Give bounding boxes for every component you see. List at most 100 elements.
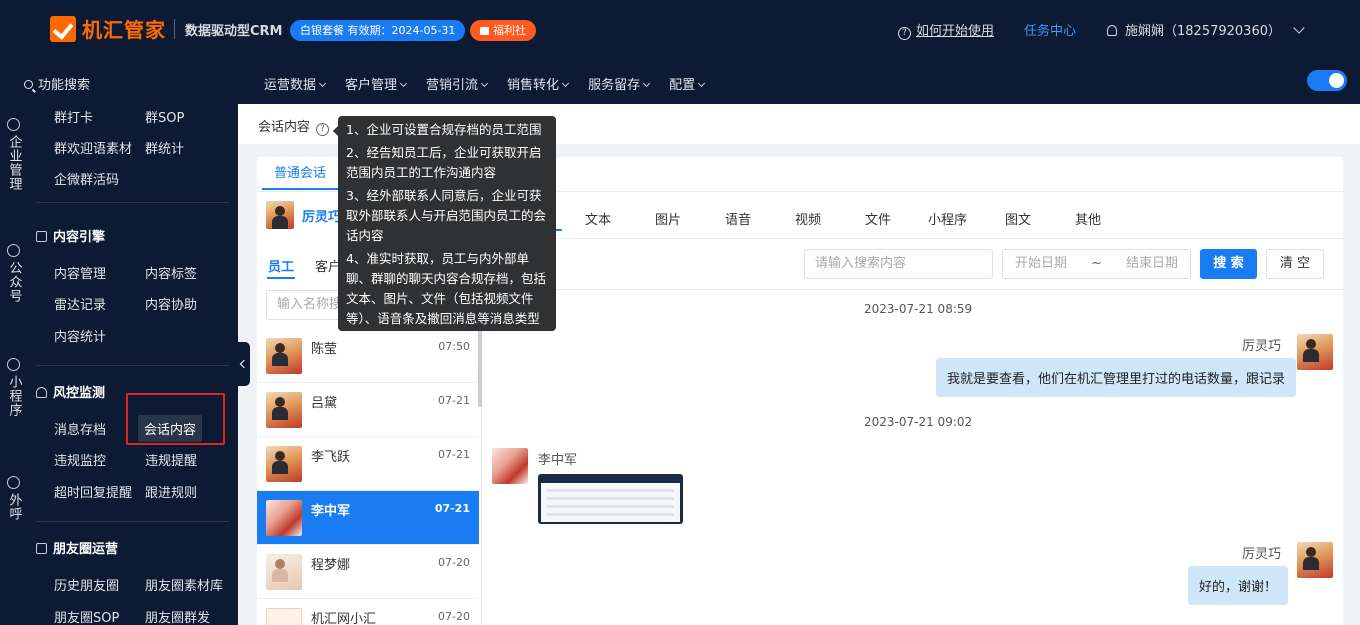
sidebar-item-moments-broadcast[interactable]: 朋友圈群发 — [145, 607, 210, 625]
help-tooltip: 1、企业可设置合规存档的员工范围 2、经告知员工后，企业可获取开启范围内员工的工… — [333, 116, 556, 331]
contact-time: 07-20 — [438, 610, 470, 623]
nav-item-config[interactable]: 配置 — [669, 74, 706, 93]
type-tab-file[interactable]: 文件 — [865, 209, 891, 228]
employee-name: 厉灵巧 — [302, 209, 342, 225]
nav-menu: 运营数据 客户管理 营销引流 销售转化 服务留存 配置 — [264, 74, 724, 93]
date-end: 结束日期 — [1125, 256, 1178, 271]
sidebar-item-content-stats[interactable]: 内容统计 — [54, 326, 106, 345]
nav-item-customer[interactable]: 客户管理 — [345, 74, 408, 93]
rail-item-outbound-call[interactable]: 外呼 — [0, 476, 27, 525]
contact-time: 07-21 — [434, 502, 470, 515]
brand-logo[interactable]: 机汇管家 — [50, 14, 166, 43]
rail-label: 企业管理 — [6, 135, 22, 191]
sidebar-item-group-sop[interactable]: 群SOP — [145, 107, 184, 126]
contact-row[interactable]: 程梦娜 07-20 — [257, 545, 479, 599]
chevron-down-icon — [698, 79, 706, 88]
type-tab-text[interactable]: 文本 — [585, 209, 611, 228]
type-tab-article[interactable]: 图文 — [1005, 209, 1031, 228]
building-icon — [7, 118, 20, 131]
task-center-link[interactable]: 任务中心 — [1024, 20, 1076, 39]
clear-button[interactable]: 清 空 — [1266, 249, 1324, 279]
nav-item-ops-data[interactable]: 运营数据 — [264, 74, 327, 93]
contact-row[interactable]: 陈莹 07:50 — [257, 329, 479, 383]
sidebar-item-moments-history[interactable]: 历史朋友圈 — [54, 575, 119, 594]
section-risk-monitor: 风控监测 — [36, 382, 105, 401]
sidebar-item-content-assist[interactable]: 内容协助 — [145, 294, 197, 313]
user-menu[interactable]: 施娴娴（18257920360） — [1107, 20, 1305, 39]
highlight-annotation — [126, 393, 225, 445]
help-link[interactable]: ? 如何开始使用 — [898, 20, 994, 40]
contact-row[interactable]: 李飞跃 07-21 — [257, 437, 479, 491]
contact-row-selected[interactable]: 李中军 07-21 — [257, 491, 479, 545]
grid-icon — [36, 543, 47, 554]
sidebar-item-message-archive[interactable]: 消息存档 — [54, 419, 106, 438]
welfare-badge[interactable]: 福利社 — [470, 20, 536, 41]
nav-item-marketing[interactable]: 营销引流 — [426, 74, 489, 93]
section-moments: 朋友圈运营 — [36, 538, 118, 557]
search-button[interactable]: 搜 索 — [1200, 249, 1257, 279]
logo-text: 机汇管家 — [82, 18, 166, 42]
rail-item-official-account[interactable]: 公众号 — [0, 244, 27, 307]
contact-row[interactable]: 机汇网小汇 07-20 — [257, 599, 479, 625]
nav-item-sales[interactable]: 销售转化 — [507, 74, 570, 93]
contact-name: 吕黛 — [311, 396, 338, 411]
message-bubble: 好的，谢谢！ — [1188, 566, 1289, 605]
image-message[interactable] — [538, 474, 683, 524]
theme-toggle[interactable] — [1307, 70, 1347, 91]
message-sender: 厉灵巧 — [1242, 547, 1282, 562]
avatar — [266, 392, 302, 428]
sidebar-item-radar-log[interactable]: 雷达记录 — [54, 294, 106, 313]
contact-time: 07-21 — [438, 448, 470, 461]
contact-name: 机汇网小汇 — [311, 612, 377, 625]
type-tab-other[interactable]: 其他 — [1075, 209, 1101, 228]
page-title-text: 会话内容 — [258, 120, 311, 135]
message-search-input[interactable]: 请输入搜索内容 — [804, 249, 993, 279]
nav-item-retention[interactable]: 服务留存 — [588, 74, 651, 93]
microphone-icon — [36, 387, 47, 398]
package-badge[interactable]: 白银套餐 有效期：2024-05-31 — [290, 20, 466, 41]
contact-name: 李中军 — [311, 504, 351, 519]
user-icon — [1107, 25, 1117, 36]
sidebar-collapse-toggle[interactable] — [238, 342, 250, 386]
sidebar-item-group-welcome[interactable]: 群欢迎语素材 — [54, 138, 132, 157]
contact-time: 07-21 — [438, 394, 470, 407]
function-search[interactable]: 功能搜索 — [24, 74, 90, 93]
date-range-picker[interactable]: 开始日期 ~ 结束日期 — [1002, 249, 1191, 279]
tab-employee[interactable]: 员工 — [268, 256, 294, 275]
sidebar-item-group-stats[interactable]: 群统计 — [145, 138, 184, 157]
sidebar-item-violation-alert[interactable]: 违规提醒 — [145, 450, 197, 469]
sidebar-item-violation-monitor[interactable]: 违规监控 — [54, 450, 106, 469]
help-question-icon[interactable]: ? — [316, 123, 330, 136]
message-sender: 李中军 — [538, 453, 578, 468]
sidebar-item-group-checkin[interactable]: 群打卡 — [54, 107, 93, 126]
sidebar-item-content-tags[interactable]: 内容标签 — [145, 263, 197, 282]
sidebar-item-group-qrcode[interactable]: 企微群活码 — [54, 169, 119, 188]
sidebar-item-moments-sop[interactable]: 朋友圈SOP — [54, 607, 119, 625]
sidebar-item-moments-library[interactable]: 朋友圈素材库 — [145, 575, 223, 594]
product-subtitle: 数据驱动型CRM — [185, 24, 283, 39]
tab-normal-session[interactable]: 普通会话 — [262, 158, 338, 190]
section-title: 内容引擎 — [53, 230, 106, 245]
sidebar-item-content-manage[interactable]: 内容管理 — [54, 263, 106, 282]
rail-item-miniprogram[interactable]: 小程序 — [0, 358, 27, 421]
chevron-down-icon — [399, 79, 408, 88]
rail-item-enterprise[interactable]: 企业管理 — [0, 118, 27, 195]
avatar — [1297, 334, 1333, 370]
chevron-down-icon — [562, 79, 570, 88]
section-title: 朋友圈运营 — [53, 542, 119, 557]
divider — [36, 521, 229, 522]
sidebar-item-timeout-reminder[interactable]: 超时回复提醒 — [54, 482, 132, 501]
type-tab-video[interactable]: 视频 — [795, 209, 821, 228]
type-tab-voice[interactable]: 语音 — [725, 209, 751, 228]
type-tab-image[interactable]: 图片 — [655, 209, 681, 228]
section-content-engine: 内容引擎 — [36, 226, 105, 245]
avatar — [266, 201, 294, 229]
contact-row[interactable]: 吕黛 07-21 — [257, 383, 479, 437]
type-tab-miniprogram[interactable]: 小程序 — [928, 209, 967, 228]
top-header: 机汇管家 数据驱动型CRM 白银套餐 有效期：2024-05-31 福利社 ? 如… — [0, 0, 1360, 58]
scrollbar-thumb[interactable] — [478, 325, 482, 407]
sidebar-item-follow-rules[interactable]: 跟进规则 — [145, 482, 197, 501]
rail-label: 外呼 — [6, 493, 22, 521]
sidebar-menu: 群打卡 群SOP 群欢迎语素材 群统计 企微群活码 内容引擎 内容管理 内容标签… — [27, 104, 238, 625]
employee-header[interactable]: 厉灵巧 — [266, 201, 341, 229]
